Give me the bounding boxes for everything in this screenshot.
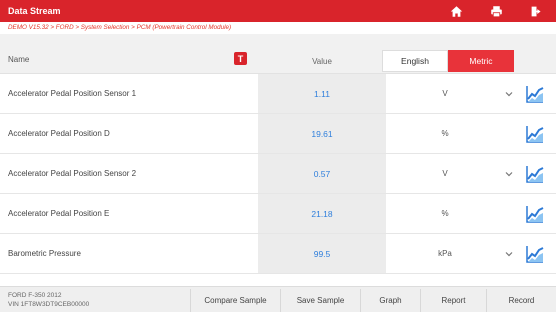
text-sort-icon[interactable]: T (234, 52, 247, 65)
table-row[interactable]: Accelerator Pedal Position E 21.18 % (0, 194, 556, 234)
exit-button[interactable] (518, 0, 554, 22)
parameter-unit: V (442, 89, 448, 98)
english-units-button[interactable]: English (382, 50, 448, 72)
parameter-value: 1.11 (258, 74, 386, 113)
print-icon (490, 5, 502, 17)
vehicle-info: FORD F-350 2012 VIN 1FT8W3DT9CEB00000 (8, 291, 89, 309)
vehicle-model: FORD F-350 2012 (8, 292, 62, 299)
title-bar: Data Stream (0, 0, 556, 22)
home-button[interactable] (438, 0, 474, 22)
graph-icon[interactable] (524, 123, 546, 145)
metric-units-button[interactable]: Metric (448, 50, 514, 72)
graph-icon[interactable] (524, 83, 546, 105)
parameter-value: 0.57 (258, 154, 386, 193)
graph-button[interactable]: Graph (360, 289, 420, 312)
window-title: Data Stream (8, 6, 61, 16)
save-sample-button[interactable]: Save Sample (280, 289, 360, 312)
name-column-label: Name (8, 55, 30, 64)
vehicle-vin: VIN 1FT8W3DT9CEB00000 (8, 301, 90, 308)
value-column-label: Value (312, 56, 332, 66)
table-row[interactable]: Barometric Pressure 99.5 kPa (0, 234, 556, 274)
print-button[interactable] (478, 0, 514, 22)
breadcrumb: DEMO V15.32 > FORD > System Selection > … (8, 24, 232, 31)
report-button[interactable]: Report (420, 289, 486, 312)
graph-icon[interactable] (524, 243, 546, 265)
graph-icon[interactable] (524, 163, 546, 185)
parameter-unit: kPa (438, 249, 452, 258)
column-header: Name T Value English Metric (0, 34, 556, 74)
parameter-name: Accelerator Pedal Position Sensor 1 (8, 89, 137, 98)
parameter-unit: V (442, 169, 448, 178)
table-row[interactable]: Accelerator Pedal Position Sensor 2 0.57… (0, 154, 556, 194)
parameter-name: Accelerator Pedal Position D (8, 129, 110, 138)
data-stream-list: Accelerator Pedal Position Sensor 1 1.11… (0, 74, 556, 274)
parameter-unit: % (441, 209, 449, 218)
compare-sample-button[interactable]: Compare Sample (190, 289, 280, 312)
bottom-toolbar: FORD F-350 2012 VIN 1FT8W3DT9CEB00000 Co… (0, 286, 556, 312)
parameter-value: 19.61 (258, 114, 386, 153)
parameter-value: 99.5 (258, 234, 386, 273)
graph-icon[interactable] (524, 203, 546, 225)
home-icon (450, 5, 462, 17)
record-button[interactable]: Record (486, 289, 556, 312)
exit-icon (531, 6, 541, 16)
chevron-down-icon[interactable] (504, 89, 514, 99)
parameter-name: Accelerator Pedal Position Sensor 2 (8, 169, 137, 178)
parameter-value: 21.18 (258, 194, 386, 233)
table-row[interactable]: Accelerator Pedal Position D 19.61 % (0, 114, 556, 154)
parameter-name: Barometric Pressure (8, 249, 81, 258)
parameter-unit: % (441, 129, 449, 138)
table-row[interactable]: Accelerator Pedal Position Sensor 1 1.11… (0, 74, 556, 114)
chevron-down-icon[interactable] (504, 169, 514, 179)
parameter-name: Accelerator Pedal Position E (8, 209, 110, 218)
chevron-down-icon[interactable] (504, 249, 514, 259)
